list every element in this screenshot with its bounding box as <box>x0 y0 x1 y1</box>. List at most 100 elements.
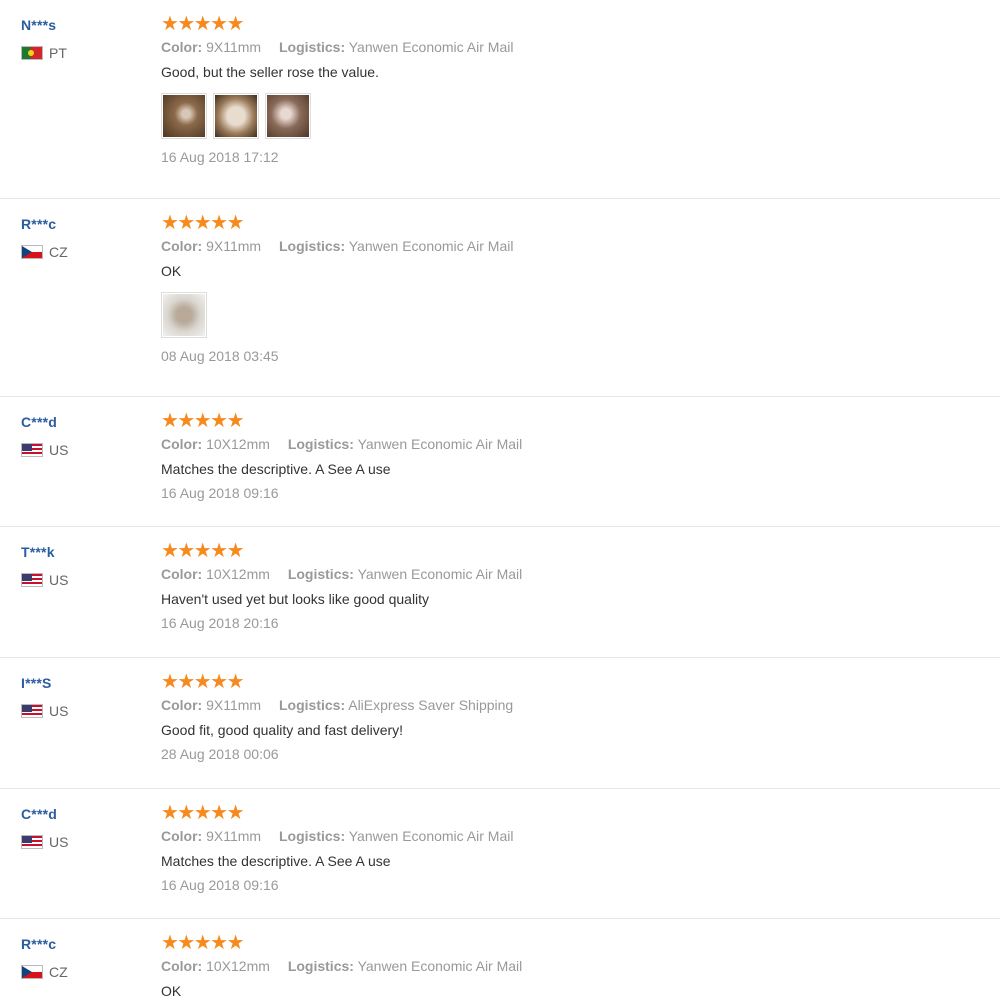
star-icon: ★ <box>210 210 229 234</box>
star-icon: ★ <box>210 800 229 824</box>
star-icon: ★ <box>177 800 196 824</box>
logistics-label: Logistics: <box>287 436 354 452</box>
review-text: OK <box>161 983 182 999</box>
reviewer-country: US <box>21 703 68 719</box>
reviewer-name[interactable]: R***c <box>21 216 68 234</box>
review-item: R***c CZ ★ ★ ★ ★ ★ Color: 9X11mm Logisti… <box>0 198 1000 396</box>
star-icon: ★ <box>177 210 196 234</box>
review-content: ★ ★ ★ ★ ★ Color: 9X11mm Logistics: AliEx… <box>161 669 961 762</box>
review-date: 16 Aug 2018 17:12 <box>161 149 279 165</box>
star-icon: ★ <box>161 669 179 693</box>
reviewer-info: C***d US <box>21 414 68 458</box>
logistics-label: Logistics: <box>287 566 354 582</box>
country-code: US <box>49 834 69 850</box>
reviewer-name[interactable]: T***k <box>21 544 68 562</box>
logistics-label: Logistics: <box>278 828 346 844</box>
reviewer-info: I***S US <box>21 675 68 719</box>
star-icon: ★ <box>177 538 196 562</box>
star-icon: ★ <box>161 210 179 234</box>
review-date: 16 Aug 2018 09:16 <box>161 877 279 893</box>
logistics-value: Yanwen Economic Air Mail <box>357 958 523 974</box>
usa-flag-icon <box>21 704 43 718</box>
color-value: 9X11mm <box>206 828 262 844</box>
order-attributes: Color: 10X12mm Logistics: Yanwen Economi… <box>161 566 961 582</box>
star-icon: ★ <box>210 669 229 693</box>
review-content: ★ ★ ★ ★ ★ Color: 9X11mm Logistics: Yanwe… <box>161 800 961 893</box>
review-item: C***d US ★ ★ ★ ★ ★ Color: 10X12mm Logist… <box>0 396 1000 526</box>
order-attributes: Color: 9X11mm Logistics: Yanwen Economic… <box>161 238 961 254</box>
reviewer-info: R***c CZ <box>21 216 68 260</box>
star-icon: ★ <box>226 669 245 693</box>
star-icon: ★ <box>226 408 245 432</box>
review-content: ★ ★ ★ ★ ★ Color: 10X12mm Logistics: Yanw… <box>161 538 961 631</box>
review-list: N***s PT ★ ★ ★ ★ ★ Color: 9X11mm Logisti… <box>0 0 1000 1002</box>
color-value: 10X12mm <box>206 436 270 452</box>
color-value: 9X11mm <box>206 697 262 713</box>
country-code: CZ <box>49 964 68 980</box>
color-label: Color: <box>161 238 203 254</box>
star-icon: ★ <box>210 11 229 35</box>
logistics-value: Yanwen Economic Air Mail <box>357 566 523 582</box>
reviewer-name[interactable]: I***S <box>21 675 68 693</box>
review-photos <box>161 93 961 139</box>
star-icon: ★ <box>193 538 212 562</box>
reviewer-country: US <box>21 442 68 458</box>
star-rating: ★ ★ ★ ★ ★ <box>161 11 961 35</box>
reviewer-info: R***c CZ <box>21 936 68 980</box>
reviewer-country: PT <box>21 45 67 61</box>
color-value: 9X11mm <box>206 238 262 254</box>
logistics-value: Yanwen Economic Air Mail <box>357 436 523 452</box>
reviewer-name[interactable]: N***s <box>21 17 67 35</box>
star-icon: ★ <box>193 11 212 35</box>
order-attributes: Color: 10X12mm Logistics: Yanwen Economi… <box>161 436 961 452</box>
reviewer-name[interactable]: C***d <box>21 806 68 824</box>
star-icon: ★ <box>210 408 229 432</box>
country-code: CZ <box>49 244 68 260</box>
review-text: Matches the descriptive. A See A use <box>161 853 391 869</box>
color-label: Color: <box>161 828 203 844</box>
country-code: US <box>49 442 69 458</box>
usa-flag-icon <box>21 573 43 587</box>
star-rating: ★ ★ ★ ★ ★ <box>161 669 961 693</box>
star-icon: ★ <box>226 538 245 562</box>
logistics-label: Logistics: <box>278 238 346 254</box>
star-icon: ★ <box>177 408 196 432</box>
portugal-flag-icon <box>21 46 43 60</box>
review-photo-thumbnail[interactable] <box>161 292 207 338</box>
star-icon: ★ <box>193 930 212 954</box>
color-value: 10X12mm <box>206 566 270 582</box>
review-photo-thumbnail[interactable] <box>213 93 259 139</box>
star-icon: ★ <box>177 11 196 35</box>
star-icon: ★ <box>161 800 179 824</box>
star-rating: ★ ★ ★ ★ ★ <box>161 930 961 954</box>
logistics-value: AliExpress Saver Shipping <box>348 697 514 713</box>
review-date: 16 Aug 2018 09:16 <box>161 485 279 501</box>
czech-flag-icon <box>21 965 43 979</box>
order-attributes: Color: 9X11mm Logistics: AliExpress Save… <box>161 697 961 713</box>
review-text: Good fit, good quality and fast delivery… <box>161 722 404 738</box>
review-content: ★ ★ ★ ★ ★ Color: 9X11mm Logistics: Yanwe… <box>161 210 961 364</box>
review-item: T***k US ★ ★ ★ ★ ★ Color: 10X12mm Logist… <box>0 526 1000 657</box>
reviewer-name[interactable]: C***d <box>21 414 68 432</box>
star-icon: ★ <box>161 11 179 35</box>
review-content: ★ ★ ★ ★ ★ Color: 9X11mm Logistics: Yanwe… <box>161 11 961 165</box>
review-photo-thumbnail[interactable] <box>265 93 311 139</box>
star-icon: ★ <box>161 408 179 432</box>
order-attributes: Color: 10X12mm Logistics: Yanwen Economi… <box>161 958 961 974</box>
review-date: 08 Aug 2018 03:45 <box>161 348 279 364</box>
review-text: Haven't used yet but looks like good qua… <box>161 591 430 607</box>
review-photo-thumbnail[interactable] <box>161 93 207 139</box>
color-value: 10X12mm <box>206 958 270 974</box>
logistics-value: Yanwen Economic Air Mail <box>348 238 514 254</box>
reviewer-country: CZ <box>21 964 68 980</box>
review-text: Good, but the seller rose the value. <box>161 64 379 80</box>
star-icon: ★ <box>210 930 229 954</box>
star-icon: ★ <box>161 538 179 562</box>
reviewer-name[interactable]: R***c <box>21 936 68 954</box>
review-photos <box>161 292 961 338</box>
review-item: I***S US ★ ★ ★ ★ ★ Color: 9X11mm Logisti… <box>0 657 1000 788</box>
reviewer-country: US <box>21 834 68 850</box>
star-icon: ★ <box>177 669 196 693</box>
color-label: Color: <box>161 958 203 974</box>
star-icon: ★ <box>226 210 245 234</box>
